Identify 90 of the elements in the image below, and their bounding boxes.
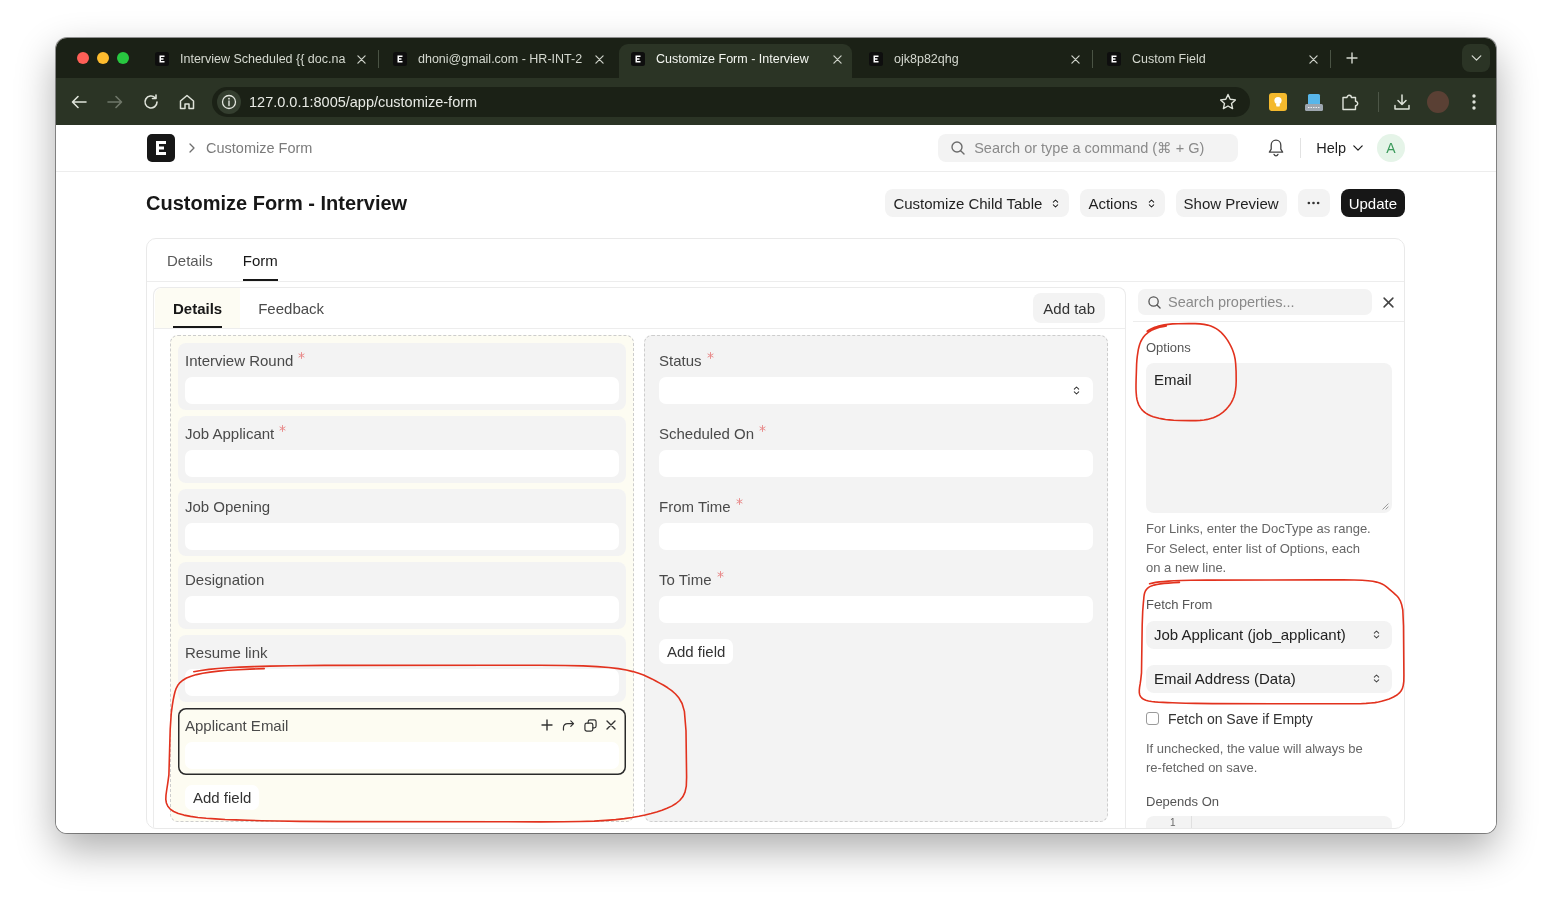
- more-icon: [1307, 201, 1321, 205]
- resize-handle-icon[interactable]: [1382, 503, 1389, 510]
- back-arrow-icon[interactable]: [71, 94, 87, 109]
- select-field[interactable]: Job Applicant (job_applicant): [1146, 620, 1392, 649]
- app-logo-icon: [631, 52, 645, 66]
- textarea-field[interactable]: Email: [1146, 363, 1392, 513]
- checkbox-label: Fetch on Save if Empty: [1168, 710, 1313, 727]
- curved-arrow-icon[interactable]: [562, 719, 575, 731]
- copy-icon[interactable]: [584, 718, 597, 732]
- field-label: To Time: [659, 570, 712, 588]
- field-label: Options: [1146, 340, 1191, 356]
- window-zoom-button[interactable]: [117, 52, 129, 64]
- lightbulb-icon[interactable]: [1269, 92, 1287, 111]
- field-label: Designation: [185, 570, 265, 588]
- dropdown-button[interactable]: Actions: [1080, 189, 1165, 217]
- field-label: Job Opening: [185, 497, 271, 515]
- puzzle-icon[interactable]: [1341, 92, 1359, 111]
- help-text: If unchecked, the value will always be re-fetched on save.: [1146, 739, 1364, 777]
- select-field[interactable]: [659, 377, 1093, 404]
- add-field-button[interactable]: Add field: [185, 785, 260, 810]
- field-label: Interview Round: [185, 351, 294, 369]
- browser-tab[interactable]: Customize Form - Interview: [619, 44, 852, 78]
- input-field[interactable]: [185, 669, 619, 696]
- updown-icon: [1073, 385, 1080, 396]
- chevron-right-icon: [189, 143, 195, 153]
- field-card[interactable]: Applicant Email: [178, 708, 626, 775]
- field-card[interactable]: Job Applicant: [178, 416, 626, 483]
- help-menu-button[interactable]: Help: [1316, 134, 1363, 162]
- tab-list-button[interactable]: [1462, 44, 1490, 72]
- code-editor[interactable]: 1: [1146, 815, 1392, 828]
- search-icon: [1148, 295, 1161, 309]
- updown-icon: [1373, 629, 1380, 640]
- field-card[interactable]: Job Opening: [178, 489, 626, 556]
- chevron-down-icon: [1470, 55, 1482, 61]
- app-logo-icon[interactable]: [147, 134, 175, 162]
- field-label: Job Applicant: [185, 424, 275, 442]
- updown-icon: [1052, 197, 1060, 209]
- field-card[interactable]: Interview Round: [178, 343, 626, 410]
- select-field[interactable]: Email Address (Data): [1146, 664, 1392, 693]
- close-icon[interactable]: [1383, 296, 1394, 308]
- bell-icon[interactable]: [1268, 139, 1285, 157]
- line-number: 1: [1170, 817, 1177, 828]
- section-tab[interactable]: Details: [155, 288, 241, 328]
- field-card[interactable]: Designation: [178, 562, 626, 629]
- window-minimize-button[interactable]: [97, 52, 109, 64]
- field-label: Depends On: [1146, 793, 1219, 810]
- home-icon[interactable]: [179, 93, 195, 110]
- field-card[interactable]: Resume link: [178, 635, 626, 702]
- reload-icon[interactable]: [143, 93, 159, 110]
- search-field[interactable]: Search or type a command (⌘ + G): [938, 134, 1239, 162]
- page-tab[interactable]: Form: [242, 239, 278, 281]
- dropdown-button[interactable]: Customize Child Table: [885, 189, 1070, 217]
- star-icon[interactable]: [1219, 92, 1237, 111]
- search-icon: [951, 141, 966, 155]
- info-icon[interactable]: [217, 89, 241, 114]
- menu-icon[interactable]: [1472, 93, 1476, 110]
- plus-icon[interactable]: [541, 719, 553, 731]
- browser-tab[interactable]: Custom Field: [1095, 44, 1328, 78]
- address-field[interactable]: 127.0.0.1:8005/app/customize-form: [212, 86, 1250, 117]
- page-title: Customize Form - Interview: [146, 191, 408, 215]
- field-label: Status: [659, 351, 702, 369]
- close-icon[interactable]: [606, 720, 616, 730]
- window-close-button[interactable]: [77, 52, 89, 64]
- chevron-down-icon: [1353, 145, 1363, 151]
- updown-icon: [1373, 673, 1380, 684]
- field-label: Resume link: [185, 643, 268, 661]
- browser-tab[interactable]: Interview Scheduled {{ doc.na: [143, 44, 376, 78]
- updown-icon: [1147, 197, 1155, 209]
- breadcrumb-link[interactable]: Customize Form: [206, 140, 313, 156]
- app-logo-icon: [393, 52, 407, 66]
- section-tab[interactable]: Feedback: [240, 288, 343, 328]
- field-label: From Time: [659, 497, 731, 515]
- search-field[interactable]: Search properties...: [1138, 289, 1372, 315]
- browser-tab[interactable]: dhoni@gmail.com - HR-INT-2: [381, 44, 614, 78]
- field-label: Applicant Email: [185, 716, 289, 734]
- add-field-button[interactable]: Add field: [659, 639, 734, 664]
- add-tab-button[interactable]: Add tab: [1033, 293, 1105, 323]
- field-label: Scheduled On: [659, 424, 755, 442]
- checkbox[interactable]: [1146, 712, 1159, 725]
- page-tab[interactable]: Details: [167, 239, 213, 281]
- primary-button[interactable]: Update: [1340, 189, 1405, 217]
- download-icon[interactable]: [1394, 93, 1410, 110]
- app-logo-icon: [1107, 52, 1121, 66]
- field-label: Fetch From: [1146, 596, 1213, 613]
- keyboard-icon[interactable]: [1305, 92, 1323, 111]
- secondary-button[interactable]: Show Preview: [1175, 189, 1287, 217]
- app-logo-icon: [155, 52, 169, 66]
- help-text: For Links, enter the DocType as range. For Select, enter list of Options, each on a new line.: [1146, 520, 1372, 577]
- browser-tab[interactable]: ojk8p82qhg: [857, 44, 1090, 78]
- app-logo-icon: [869, 52, 883, 66]
